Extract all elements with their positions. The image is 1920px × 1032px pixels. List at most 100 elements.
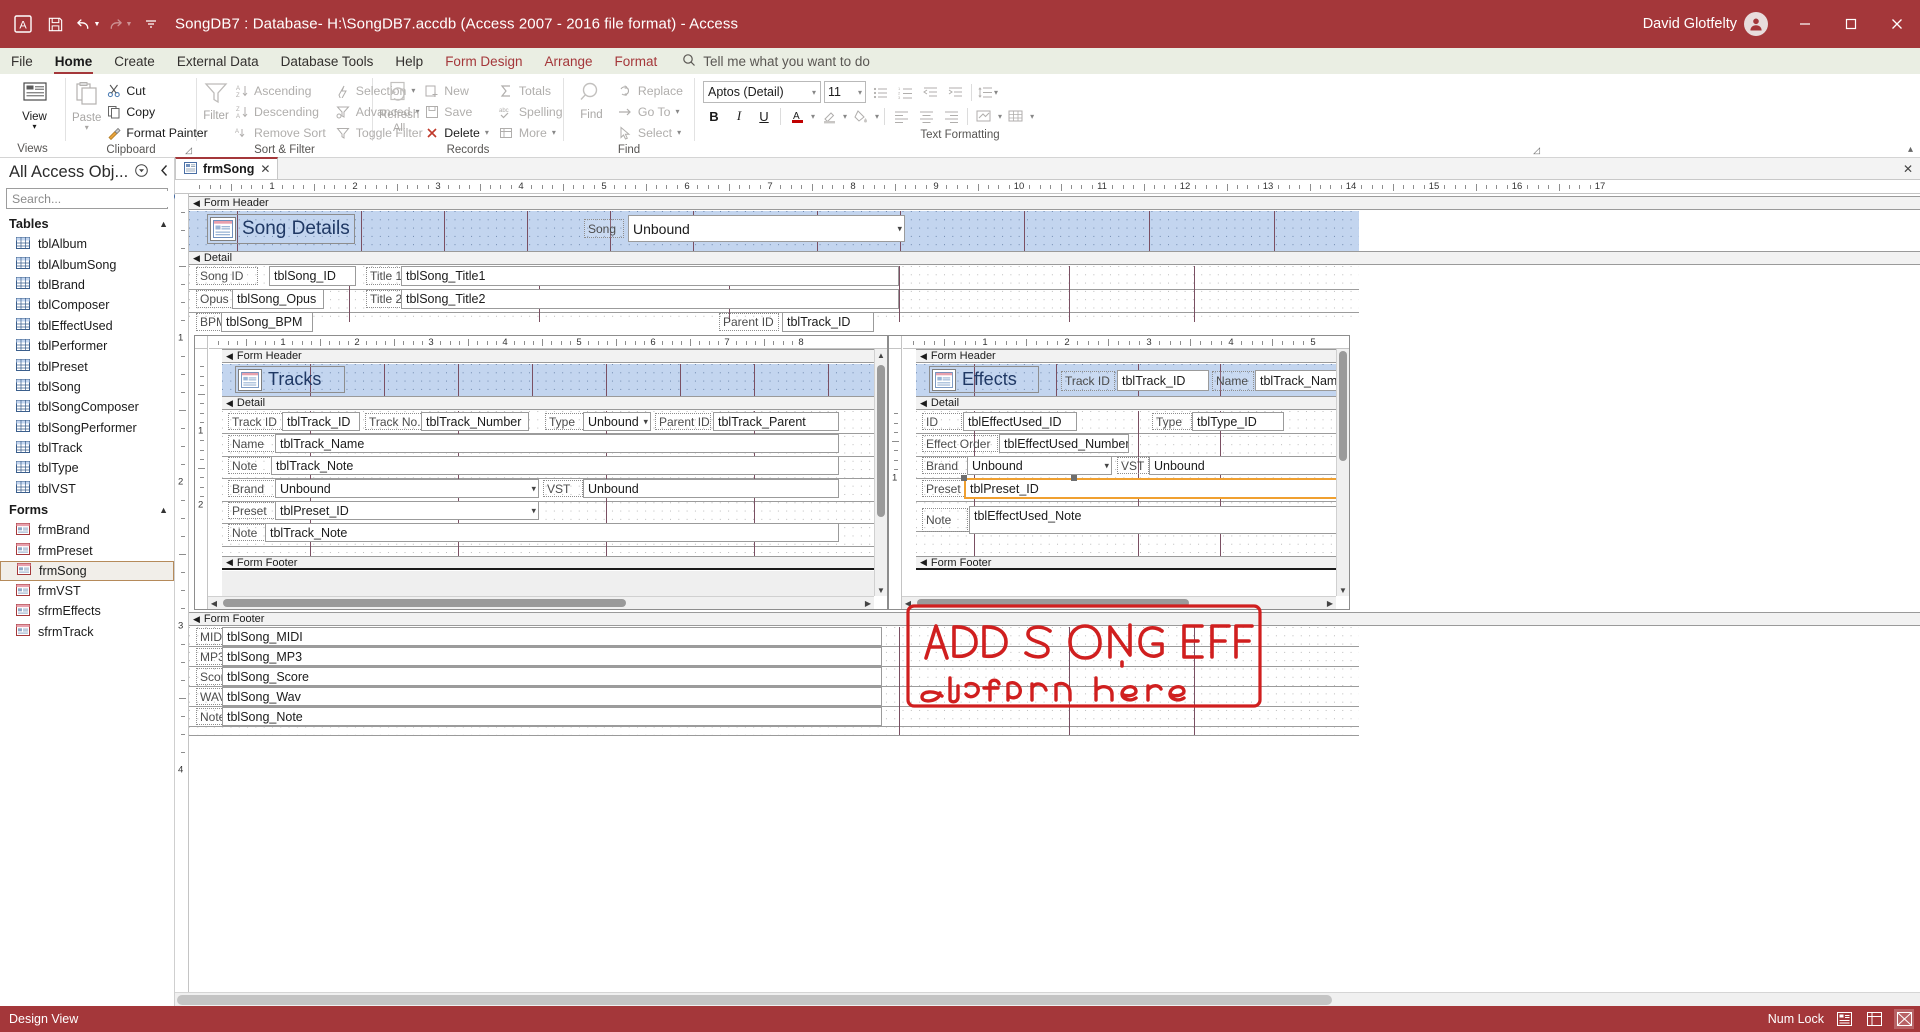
effects-label-brand[interactable]: Brand bbox=[922, 457, 968, 474]
tracks-scroll-thumb-v[interactable] bbox=[877, 365, 885, 517]
tab-arrange[interactable]: Arrange bbox=[533, 48, 603, 74]
italic-button[interactable]: I bbox=[728, 105, 750, 127]
tracks-label-parent-id[interactable]: Parent ID bbox=[655, 413, 711, 430]
tracks-label-type[interactable]: Type bbox=[545, 413, 585, 430]
navigation-pane-header[interactable]: All Access Obj... bbox=[0, 158, 174, 186]
detail-field-title1[interactable]: tblSong_Title1 bbox=[401, 266, 899, 286]
align-left-icon[interactable] bbox=[890, 105, 912, 127]
chevron-down-icon[interactable]: ▾ bbox=[897, 223, 902, 234]
chevron-down-icon[interactable]: ▾ bbox=[531, 483, 536, 494]
increase-indent-icon[interactable] bbox=[944, 81, 966, 103]
chevron-down-icon[interactable]: ▾ bbox=[675, 107, 679, 116]
tracks-combo-type[interactable]: Unbound ▾ bbox=[583, 412, 651, 431]
scroll-up-icon[interactable]: ▲ bbox=[875, 349, 887, 361]
effects-vertical-scrollbar[interactable]: ▼ bbox=[1336, 349, 1349, 596]
document-scroll-thumb[interactable] bbox=[177, 995, 1332, 1005]
document-tab-frmsong[interactable]: frmSong ✕ bbox=[175, 157, 279, 179]
nav-collapse-icon[interactable] bbox=[159, 164, 170, 180]
delete-button[interactable]: Delete ▾ bbox=[419, 122, 494, 143]
effects-label-vst[interactable]: VST bbox=[1117, 457, 1149, 474]
nav-item-tblsongperformer[interactable]: tblSongPerformer bbox=[0, 418, 174, 438]
chevron-up-icon[interactable]: ▲ bbox=[159, 219, 168, 229]
tracks-field-track-id[interactable]: tblTrack_ID bbox=[282, 412, 360, 431]
effects-combo-brand[interactable]: Unbound ▾ bbox=[967, 456, 1112, 475]
tracks-label-name[interactable]: Name bbox=[228, 435, 276, 452]
nav-item-tblpreset[interactable]: tblPreset bbox=[0, 356, 174, 376]
detail-label-song-id[interactable]: Song ID bbox=[196, 267, 258, 285]
effects-field-effect-order[interactable]: tblEffectUsed_Number bbox=[999, 434, 1129, 453]
header-combo-song[interactable]: Unbound ▾ bbox=[628, 215, 905, 242]
tracks-label-preset[interactable]: Preset bbox=[228, 502, 276, 519]
tracks-field-note-bottom[interactable]: tblTrack_Note bbox=[265, 523, 839, 542]
effects-label-effect-order[interactable]: Effect Order bbox=[922, 435, 998, 452]
tab-file[interactable]: File bbox=[0, 48, 44, 74]
filter-button[interactable]: Filter bbox=[203, 79, 229, 122]
nav-item-frmvst[interactable]: frmVST bbox=[0, 581, 174, 601]
nav-item-sfrmeffects[interactable]: sfrmEffects bbox=[0, 601, 174, 621]
chevron-down-icon[interactable]: ▾ bbox=[643, 416, 648, 427]
nav-menu-icon[interactable] bbox=[135, 163, 148, 182]
effects-header-label-name[interactable]: Name bbox=[1212, 371, 1254, 391]
selection-handle[interactable] bbox=[1071, 475, 1077, 481]
section-bar-detail[interactable]: ◀ Detail bbox=[189, 251, 1920, 265]
effects-label-id[interactable]: ID bbox=[922, 413, 962, 430]
layout-view-button[interactable] bbox=[1864, 1009, 1884, 1029]
section-bar-form-footer[interactable]: ◀ Form Footer bbox=[189, 612, 1920, 626]
tracks-label-track-id[interactable]: Track ID bbox=[228, 413, 286, 430]
paste-button[interactable]: Paste ▾ bbox=[72, 79, 101, 132]
chevron-down-icon[interactable]: ▾ bbox=[85, 124, 89, 132]
tracks-section-bar-footer[interactable]: ◀ Form Footer bbox=[222, 556, 874, 570]
tracks-section-bar-header[interactable]: ◀ Form Header bbox=[222, 349, 874, 363]
tab-form-design[interactable]: Form Design bbox=[434, 48, 533, 74]
tracks-section-bar-detail[interactable]: ◀ Detail bbox=[222, 396, 874, 410]
chevron-down-icon[interactable]: ▾ bbox=[531, 505, 536, 516]
effects-section-bar-footer[interactable]: ◀ Form Footer bbox=[916, 556, 1336, 570]
effects-section-bar-detail[interactable]: ◀ Detail bbox=[916, 396, 1336, 410]
scroll-down-icon[interactable]: ▼ bbox=[875, 584, 887, 596]
chevron-down-icon[interactable]: ▾ bbox=[485, 128, 489, 137]
remove-sort-button[interactable]: A Remove Sort bbox=[229, 122, 331, 143]
nav-item-tblbrand[interactable]: tblBrand bbox=[0, 275, 174, 295]
chevron-down-icon[interactable]: ▾ bbox=[994, 88, 998, 97]
chevron-down-icon[interactable]: ▾ bbox=[32, 123, 36, 131]
datasheet-gridlines-icon[interactable] bbox=[1005, 105, 1027, 127]
nav-item-tblperformer[interactable]: tblPerformer bbox=[0, 336, 174, 356]
font-color-icon[interactable]: A bbox=[786, 105, 808, 127]
document-horizontal-scrollbar[interactable] bbox=[175, 992, 1920, 1006]
align-right-icon[interactable] bbox=[940, 105, 962, 127]
detail-field-bpm[interactable]: tblSong_BPM bbox=[221, 312, 313, 332]
effects-field-id[interactable]: tblEffectUsed_ID bbox=[963, 412, 1077, 431]
header-label-song[interactable]: Song bbox=[584, 219, 624, 238]
nav-item-tbltrack[interactable]: tblTrack bbox=[0, 438, 174, 458]
chevron-down-icon[interactable]: ▾ bbox=[858, 88, 862, 97]
tracks-subform[interactable]: 12345678 12 ◀ Form Header Tracks ◀ Detai… bbox=[194, 335, 888, 610]
chevron-down-icon[interactable]: ▾ bbox=[1030, 112, 1034, 121]
close-icon[interactable]: ✕ bbox=[260, 162, 270, 176]
chevron-down-icon[interactable]: ▾ bbox=[1104, 460, 1109, 471]
save-record-button[interactable]: Save bbox=[419, 101, 494, 122]
scroll-left-icon[interactable]: ◀ bbox=[902, 597, 914, 609]
tracks-combo-preset[interactable]: tblPreset_ID ▾ bbox=[275, 501, 539, 520]
nav-item-frmbrand[interactable]: frmBrand bbox=[0, 520, 174, 540]
detail-field-title2[interactable]: tblSong_Title2 bbox=[401, 289, 899, 309]
chevron-up-icon[interactable]: ▲ bbox=[159, 505, 168, 515]
effects-scroll-thumb-h[interactable] bbox=[917, 599, 1189, 607]
tracks-field-note-top[interactable]: tblTrack_Note bbox=[271, 456, 839, 475]
nav-item-frmsong[interactable]: frmSong bbox=[0, 560, 174, 581]
chevron-down-icon[interactable]: ▾ bbox=[875, 112, 879, 121]
nav-item-tblalbum[interactable]: tblAlbum bbox=[0, 234, 174, 254]
tracks-scroll-thumb-h[interactable] bbox=[223, 599, 626, 607]
minimize-button[interactable] bbox=[1782, 0, 1828, 48]
nav-item-frmpreset[interactable]: frmPreset bbox=[0, 540, 174, 560]
redo-icon[interactable]: ▼ bbox=[104, 9, 134, 39]
tracks-field-name[interactable]: tblTrack_Name bbox=[275, 434, 839, 453]
align-center-icon[interactable] bbox=[915, 105, 937, 127]
tracks-horizontal-scrollbar[interactable]: ◀ ▶ bbox=[208, 596, 874, 609]
tracks-combo-brand[interactable]: Unbound ▾ bbox=[275, 479, 539, 498]
restore-button[interactable] bbox=[1828, 0, 1874, 48]
tracks-label-vst[interactable]: VST bbox=[543, 480, 583, 497]
numbering-icon[interactable]: 123 bbox=[894, 81, 916, 103]
nav-item-tbltype[interactable]: tblType bbox=[0, 458, 174, 478]
nav-item-tblalbumsong[interactable]: tblAlbumSong bbox=[0, 254, 174, 274]
effects-combo-vst[interactable]: Unbound bbox=[1149, 456, 1347, 475]
